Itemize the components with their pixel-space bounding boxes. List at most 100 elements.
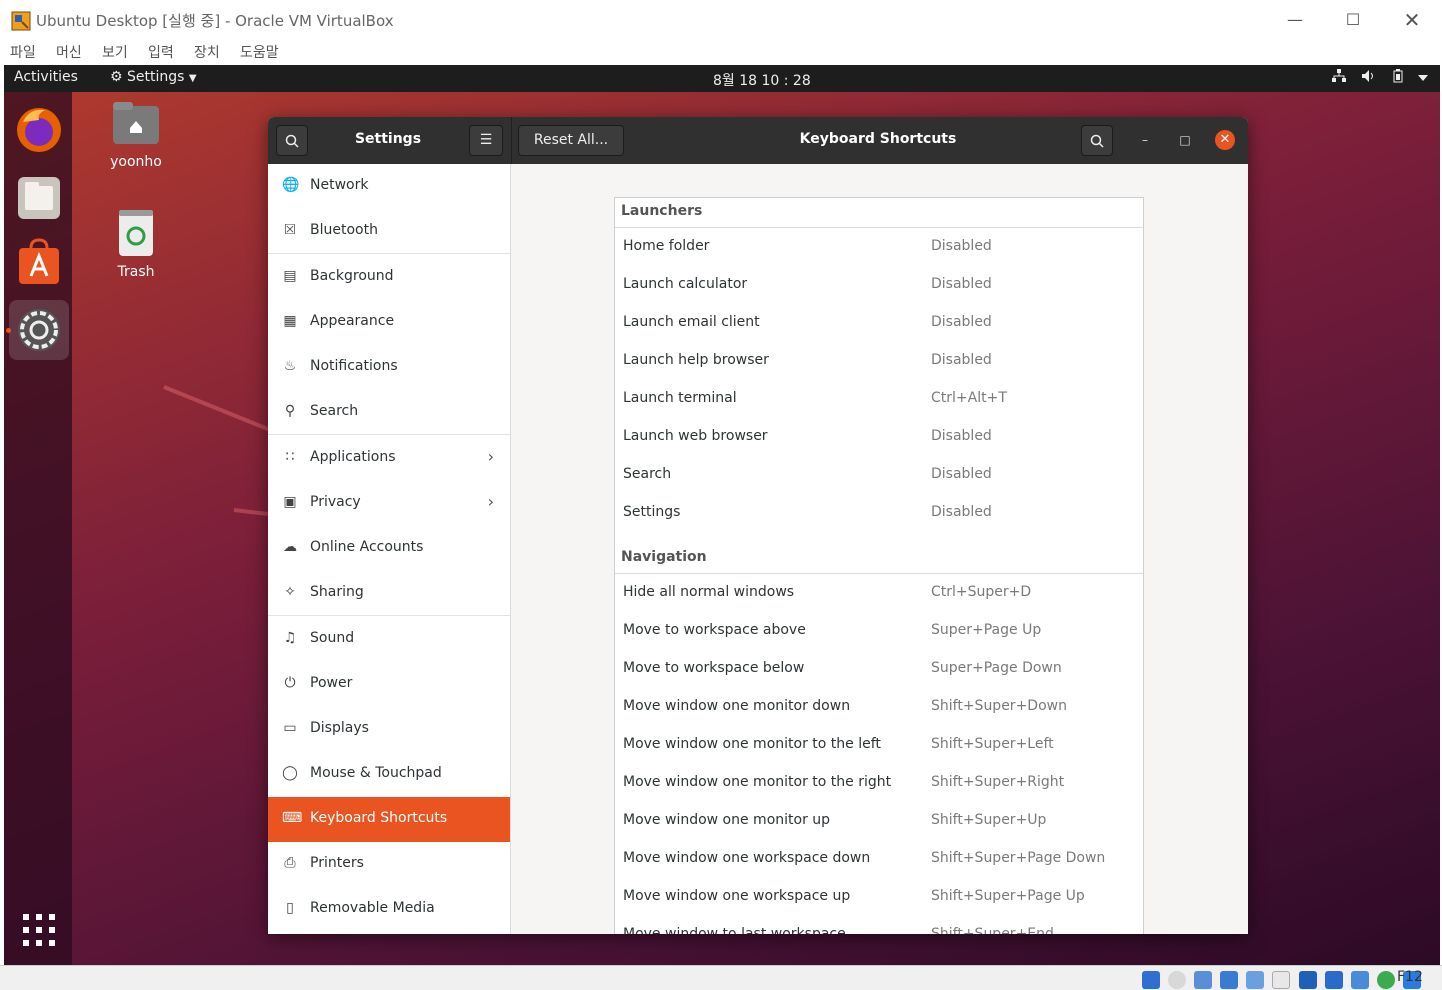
shortcut-accelerator: Super+Page Down	[931, 660, 1062, 676]
shortcut-row[interactable]: Settings Disabled	[615, 494, 1143, 532]
menu-machine[interactable]: 머신	[56, 42, 82, 62]
window-minimize-button[interactable]: –	[1135, 130, 1155, 150]
shortcut-accelerator: Disabled	[931, 314, 992, 330]
chevron-right-icon: ›	[487, 492, 494, 511]
shortcut-row[interactable]: Search Disabled	[615, 456, 1143, 494]
optical-drive-icon[interactable]	[1168, 970, 1187, 989]
software-icon	[19, 238, 59, 284]
hard-disk-icon[interactable]	[1142, 970, 1160, 989]
minimize-button[interactable]: —	[1277, 6, 1313, 34]
sidebar-item-appearance[interactable]: ▦ Appearance	[268, 300, 510, 345]
shortcut-row[interactable]: Move window one workspace down Shift+Supe…	[615, 840, 1143, 878]
usb-device-icon[interactable]	[1246, 970, 1265, 989]
shortcut-search-button[interactable]	[1081, 125, 1113, 156]
menu-devices[interactable]: 장치	[194, 42, 220, 62]
sidebar-item-label: Applications	[310, 449, 396, 465]
sidebar-item-removable-media[interactable]: ▯ Removable Media	[268, 887, 510, 932]
menu-input[interactable]: 입력	[148, 42, 174, 62]
app-menu-label: Settings	[127, 69, 185, 85]
activities-button[interactable]: Activities	[14, 69, 78, 85]
virtualization-icon[interactable]	[1350, 970, 1369, 989]
shortcut-row[interactable]: Move to workspace above Super+Page Up	[615, 612, 1143, 650]
shortcut-row[interactable]: Move window one monitor to the right Shif…	[615, 764, 1143, 802]
app-menu[interactable]: ⚙ Settings ▼	[110, 69, 197, 85]
display-status-icon[interactable]	[1298, 970, 1317, 989]
sidebar-item-search[interactable]: ⚲ Search	[268, 390, 510, 435]
dock-firefox[interactable]	[9, 100, 69, 160]
shortcut-row[interactable]: Home folder Disabled	[615, 228, 1143, 266]
menu-view[interactable]: 보기	[102, 42, 128, 62]
shortcut-row[interactable]: Move window one monitor down Shift+Super+…	[615, 688, 1143, 726]
shortcut-row[interactable]: Launch calculator Disabled	[615, 266, 1143, 304]
shortcut-accelerator: Ctrl+Super+D	[931, 584, 1032, 600]
background-icon: ▤	[283, 268, 297, 284]
shortcut-accelerator: Shift+Super+Page Down	[931, 850, 1106, 866]
shortcut-name: Launch web browser	[623, 428, 768, 444]
hamburger-menu-button[interactable]: ☰	[469, 125, 503, 156]
mouse-integration-icon[interactable]	[1376, 970, 1395, 989]
maximize-button[interactable]: ☐	[1335, 6, 1371, 34]
sidebar-item-power[interactable]: ⏻ Power	[268, 662, 510, 707]
dock-show-apps[interactable]	[9, 900, 69, 960]
sidebar-item-label: Search	[310, 403, 359, 419]
shortcut-row[interactable]: Move window to last workspace Shift+Super…	[615, 916, 1143, 934]
dock-software[interactable]	[9, 234, 69, 294]
trash-icon	[119, 210, 153, 256]
network-adapter-icon[interactable]	[1220, 970, 1239, 989]
menu-help[interactable]: 도움말	[240, 42, 279, 62]
shortcut-name: Launch help browser	[623, 352, 769, 368]
sidebar-separator	[268, 615, 510, 616]
sidebar-item-sound[interactable]: ♫ Sound	[268, 617, 510, 662]
audio-icon[interactable]	[1194, 970, 1213, 989]
shortcut-row[interactable]: Move window one monitor to the left Shift…	[615, 726, 1143, 764]
shortcut-row[interactable]: Hide all normal windows Ctrl+Super+D	[615, 574, 1143, 612]
battery-icon	[1393, 69, 1403, 83]
sidebar-item-keyboard-shortcuts[interactable]: ⌨ Keyboard Shortcuts	[268, 797, 510, 842]
virtualbox-logo-icon	[11, 11, 31, 31]
window-maximize-button[interactable]: □	[1175, 130, 1195, 150]
shortcut-row[interactable]: Launch terminal Ctrl+Alt+T	[615, 380, 1143, 418]
files-icon	[18, 177, 60, 219]
shortcut-row[interactable]: Move to workspace below Super+Page Down	[615, 650, 1143, 688]
dock-settings[interactable]	[9, 300, 69, 360]
sidebar-item-notifications[interactable]: ♨ Notifications	[268, 345, 510, 390]
sidebar-item-network[interactable]: 🌐 Network	[268, 164, 510, 209]
settings-sidebar: 🌐 Network ⮽ Bluetooth ▤ Background ▦ Appearance…	[268, 164, 511, 934]
window-close-button[interactable]: ✕	[1215, 130, 1235, 150]
sidebar-item-label: Sharing	[310, 584, 364, 600]
gnome-top-bar: Activities ⚙ Settings ▼ 8월 18 10 : 28	[4, 65, 1440, 92]
sidebar-item-online-accounts[interactable]: ☁ Online Accounts	[268, 526, 510, 571]
desktop-icon-trash[interactable]: Trash	[96, 210, 176, 280]
sidebar-item-privacy[interactable]: ▣ Privacy ›	[268, 481, 510, 526]
shortcut-row[interactable]: Move window one workspace up Shift+Super+…	[615, 878, 1143, 916]
sidebar-item-applications[interactable]: ∷ Applications ›	[268, 436, 510, 481]
caret-down-icon	[1418, 75, 1428, 81]
sidebar-item-displays[interactable]: ▭ Displays	[268, 707, 510, 752]
sidebar-item-label: Network	[310, 177, 369, 193]
shortcut-accelerator: Disabled	[931, 504, 992, 520]
shortcut-row[interactable]: Launch email client Disabled	[615, 304, 1143, 342]
shortcut-name: Move window one monitor down	[623, 698, 851, 714]
shortcut-row[interactable]: Launch web browser Disabled	[615, 418, 1143, 456]
shared-folder-icon[interactable]	[1272, 970, 1291, 989]
sidebar-item-background[interactable]: ▤ Background	[268, 255, 510, 300]
sidebar-item-mouse-touchpad[interactable]: ◯ Mouse & Touchpad	[268, 752, 510, 797]
sidebar-item-label: Displays	[310, 720, 369, 736]
shortcut-row[interactable]: Launch help browser Disabled	[615, 342, 1143, 380]
sidebar-item-sharing[interactable]: ✧ Sharing	[268, 571, 510, 616]
system-tray[interactable]	[1331, 69, 1428, 87]
dock-files[interactable]	[9, 168, 69, 228]
desktop-icon-home[interactable]: yoonho	[96, 100, 176, 170]
close-window-button[interactable]: ✕	[1394, 6, 1430, 34]
sidebar-item-printers[interactable]: ⎙ Printers	[268, 842, 510, 887]
shortcuts-content: Launchers Home folder Disabled Launch calcu…	[511, 164, 1248, 934]
clock[interactable]: 8월 18 10 : 28	[713, 70, 811, 90]
menu-file[interactable]: 파일	[10, 42, 36, 62]
lock-icon: ▣	[283, 494, 297, 510]
sidebar-item-label: Appearance	[310, 313, 395, 329]
shortcut-row[interactable]: Move window one monitor up Shift+Super+Up	[615, 802, 1143, 840]
reset-all-button[interactable]: Reset All...	[518, 125, 624, 156]
shortcut-accelerator: Disabled	[931, 276, 992, 292]
recording-icon[interactable]	[1324, 970, 1343, 989]
sidebar-item-bluetooth[interactable]: ⮽ Bluetooth	[268, 209, 510, 254]
